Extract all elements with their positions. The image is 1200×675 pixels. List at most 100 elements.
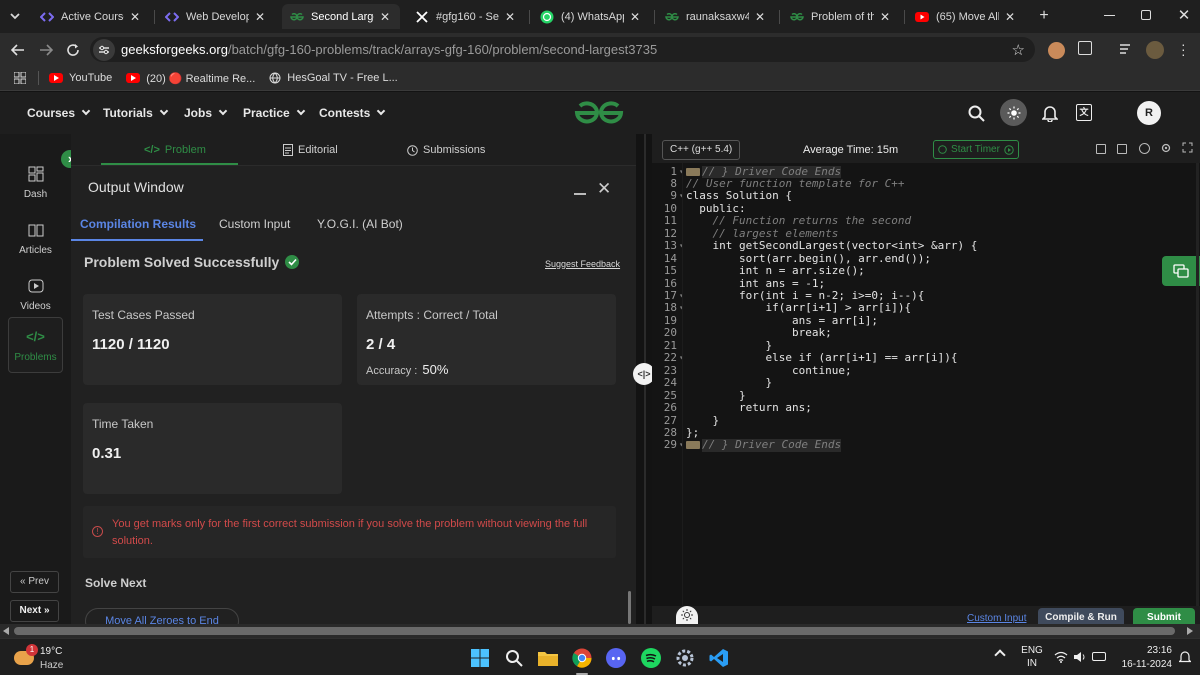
browser-tab[interactable]: Problem of the D ✕	[782, 4, 900, 29]
show-hidden-icons[interactable]	[994, 649, 1006, 661]
file-explorer-icon[interactable]	[537, 647, 559, 669]
start-timer-button[interactable]: Start Timer	[933, 140, 1019, 159]
chrome-icon[interactable]	[571, 647, 593, 669]
copy-icon[interactable]	[1096, 144, 1106, 154]
code-editor[interactable]: 1▾// } Driver Code Ends8// User function…	[652, 163, 1200, 606]
new-tab-button[interactable]: +	[1034, 6, 1054, 26]
battery-icon[interactable]	[1092, 652, 1106, 661]
code-brackets-icon	[165, 10, 179, 24]
close-tab-icon[interactable]: ✕	[628, 10, 642, 24]
nav-tutorials[interactable]: Tutorials	[103, 106, 169, 120]
next-problem-chip[interactable]: Move All Zeroes to End	[85, 608, 239, 624]
page-horizontal-scrollbar[interactable]	[0, 624, 1200, 638]
sidebar-item-videos[interactable]: Videos	[8, 266, 63, 322]
window-restore-button[interactable]	[1141, 10, 1151, 20]
sidebar-item-articles[interactable]: Articles	[8, 210, 63, 266]
browser-tab[interactable]: (4) WhatsApp ✕	[532, 4, 650, 29]
fullscreen-icon[interactable]	[1182, 142, 1193, 153]
clock[interactable]: 23:16 16-11-2024	[1112, 644, 1172, 672]
prev-button[interactable]: « Prev	[10, 571, 59, 593]
nav-jobs[interactable]: Jobs	[184, 106, 228, 120]
attempts-label: Attempts : Correct / Total	[366, 308, 498, 322]
browser-tab[interactable]: Active Courses ✕	[32, 4, 150, 29]
language-select[interactable]: C++ (g++ 5.4)	[662, 140, 740, 160]
output-tab-compilation-results[interactable]: Compilation Results	[80, 217, 196, 231]
folded-region-marker[interactable]	[686, 441, 700, 450]
wifi-icon[interactable]	[1054, 651, 1068, 663]
user-avatar[interactable]: R	[1137, 101, 1161, 125]
spotify-icon[interactable]	[640, 647, 662, 669]
search-icon[interactable]	[968, 105, 985, 122]
apps-grid-icon[interactable]	[14, 72, 26, 84]
url-bar[interactable]: geeksforgeeks.org/batch/gfg-160-problems…	[90, 37, 1035, 62]
settings-icon[interactable]	[1160, 142, 1172, 154]
notification-bell-icon[interactable]	[1179, 650, 1191, 664]
reload-button[interactable]	[61, 38, 85, 62]
scroll-left-arrow[interactable]	[3, 627, 9, 635]
sidebar-item-problems[interactable]: </> Problems	[8, 317, 63, 373]
tab-editorial[interactable]: Editorial	[283, 144, 338, 156]
gfg-logo[interactable]	[574, 100, 624, 126]
nav-practice[interactable]: Practice	[243, 106, 305, 120]
volume-icon[interactable]	[1073, 651, 1087, 663]
suggest-feedback-link[interactable]: Suggest Feedback	[545, 259, 620, 269]
browser-menu-icon[interactable]: · · ·	[1181, 37, 1186, 61]
tab-search-icon[interactable]	[8, 9, 22, 23]
chat-icon[interactable]	[1162, 256, 1200, 286]
back-button[interactable]	[6, 38, 30, 62]
close-tab-icon[interactable]: ✕	[1003, 10, 1017, 24]
browser-tab[interactable]: Second Largest | ✕	[282, 4, 400, 29]
bell-icon[interactable]	[1042, 104, 1058, 122]
reset-icon[interactable]	[1139, 143, 1150, 154]
theme-toggle-icon[interactable]	[1000, 99, 1027, 126]
window-minimize-button[interactable]	[1104, 15, 1115, 16]
close-output-icon[interactable]: ✕	[597, 179, 611, 199]
output-scrollbar[interactable]	[628, 591, 631, 624]
vscode-icon[interactable]	[708, 647, 730, 669]
folded-region-marker[interactable]	[686, 167, 700, 176]
output-tab-yogi[interactable]: Y.O.G.I. (AI Bot)	[317, 217, 403, 231]
close-tab-icon[interactable]: ✕	[878, 10, 892, 24]
weather-widget[interactable]: 1 19°C Haze	[10, 643, 90, 673]
upload-icon[interactable]	[1117, 144, 1127, 154]
browser-tab[interactable]: (65) Move All Ze ✕	[907, 4, 1025, 29]
scroll-right-arrow[interactable]	[1187, 627, 1193, 635]
window-close-button[interactable]: ✕	[1176, 6, 1192, 24]
discord-icon[interactable]	[605, 647, 627, 669]
reading-list-icon[interactable]	[1120, 43, 1132, 55]
language-indicator[interactable]: ENG IN	[1020, 644, 1044, 670]
close-tab-icon[interactable]: ✕	[253, 10, 267, 24]
close-tab-icon[interactable]: ✕	[503, 10, 517, 24]
search-icon[interactable]	[503, 647, 525, 669]
theme-sun-icon[interactable]	[676, 606, 698, 624]
output-tab-custom-input[interactable]: Custom Input	[219, 217, 290, 231]
forward-button[interactable]	[34, 38, 58, 62]
nav-contests[interactable]: Contests	[319, 106, 386, 120]
custom-input-link[interactable]: Custom Input	[967, 613, 1026, 624]
nav-courses[interactable]: Courses	[27, 106, 91, 120]
next-button[interactable]: Next »	[10, 600, 59, 622]
bookmark-hesgoal[interactable]: HesGoal TV - Free L...	[269, 72, 398, 84]
bookmark-youtube[interactable]: YouTube	[49, 72, 112, 84]
browser-tab[interactable]: #gfg160 - Searc ✕	[407, 4, 525, 29]
profile-avatar[interactable]	[1146, 41, 1164, 59]
minimize-output-button[interactable]	[574, 193, 586, 195]
settings-gear-icon[interactable]	[674, 647, 696, 669]
browser-tab[interactable]: Web Developme ✕	[157, 4, 275, 29]
close-tab-icon[interactable]: ✕	[128, 10, 142, 24]
bookmark-star-icon[interactable]: ☆	[1012, 41, 1025, 59]
tab-submissions[interactable]: Submissions	[407, 144, 485, 156]
site-info-icon[interactable]	[93, 38, 115, 61]
close-tab-icon[interactable]: ✕	[753, 10, 767, 24]
sidebar-item-dash[interactable]: Dash	[8, 154, 63, 210]
bookmark-realtime[interactable]: (20) 🔴 Realtime Re...	[126, 72, 255, 85]
tab-problem[interactable]: </> Problem	[144, 144, 206, 156]
browser-tab[interactable]: raunaksaxw4nb | ✕	[657, 4, 775, 29]
windows-start-icon[interactable]	[469, 647, 491, 669]
scroll-thumb[interactable]	[14, 627, 1175, 635]
close-tab-icon[interactable]: ✕	[378, 10, 392, 24]
profile-avatar-small[interactable]	[1048, 42, 1065, 59]
translate-icon[interactable]: 文	[1076, 104, 1092, 121]
editor-scrollbar[interactable]	[1196, 163, 1199, 606]
extensions-icon[interactable]	[1078, 41, 1092, 55]
